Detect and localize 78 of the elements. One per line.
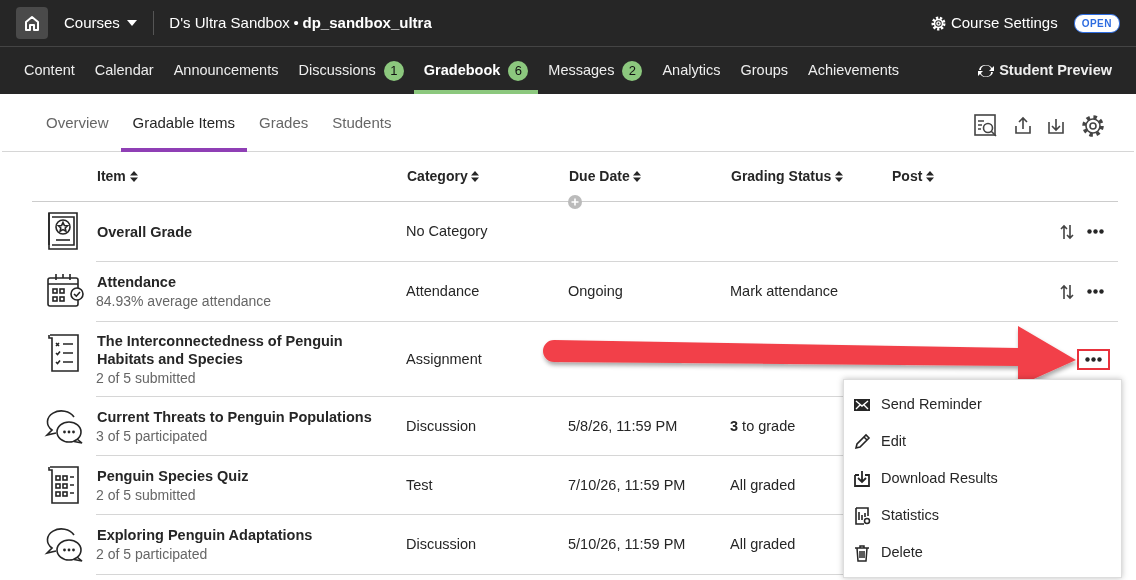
reorder-icon[interactable] <box>1059 283 1074 300</box>
course-id: dp_sandbox_ultra <box>302 12 432 33</box>
sort-icon <box>633 171 642 182</box>
grading-status-cell: All graded <box>730 536 796 553</box>
due-date-cell: Ongoing <box>568 283 623 300</box>
reorder-icon[interactable] <box>1059 223 1074 240</box>
item-title[interactable]: The Interconnectedness of Penguin Habitats and Species <box>96 330 392 369</box>
menu-item[interactable]: Send Reminder <box>844 386 1121 423</box>
item-subtitle: 84.93% average attendance <box>96 292 273 311</box>
home-icon <box>23 14 41 32</box>
sub-tab[interactable]: Gradable Items <box>120 94 248 152</box>
sort-icon <box>835 171 844 182</box>
due-date-cell: 7/10/26, 11:59 PM <box>568 476 686 493</box>
nav-tab[interactable]: Achievements <box>798 47 910 94</box>
nav-tab[interactable]: Analytics <box>652 47 731 94</box>
trash-icon <box>853 543 871 562</box>
category-cell: Attendance <box>406 283 480 300</box>
review-icon[interactable] <box>973 112 999 139</box>
grading-status-cell: 3 to grade <box>730 417 796 434</box>
nav-tab[interactable]: Content <box>14 47 85 94</box>
caret-icon <box>127 20 138 26</box>
more-button[interactable] <box>1077 348 1110 370</box>
sub-tab[interactable]: Students <box>320 94 404 152</box>
menu-item[interactable]: Edit <box>844 423 1121 460</box>
category-cell: No Category <box>406 223 488 240</box>
separator-dot: • <box>293 12 299 33</box>
nav-tab[interactable]: Messages 2 <box>538 47 653 94</box>
item-title[interactable]: Overall Grade <box>96 221 194 242</box>
course-name: D's Ultra Sandbox <box>169 12 290 33</box>
upload-icon[interactable] <box>1014 115 1032 136</box>
grading-status-cell: All graded <box>730 476 796 493</box>
column-header[interactable]: Item <box>96 165 139 188</box>
category-cell: Discussion <box>406 536 477 553</box>
column-header[interactable]: Post <box>891 165 936 188</box>
course-settings-link[interactable]: Course Settings <box>929 10 1059 36</box>
column-header[interactable]: Due Date <box>568 165 643 188</box>
item-subtitle: 3 of 5 participated <box>96 426 209 446</box>
item-title[interactable]: Exploring Penguin Adaptations <box>96 525 314 545</box>
nav-tab[interactable]: Gradebook 6 <box>413 47 539 94</box>
menu-item[interactable]: Statistics <box>844 497 1121 534</box>
nav-tab[interactable]: Groups <box>730 47 799 94</box>
column-header[interactable]: Category <box>406 165 481 188</box>
nav-tab[interactable]: Discussions 1 <box>288 47 414 94</box>
due-date-cell: 5/8/26, 11:59 PM <box>568 417 678 434</box>
sort-icon <box>129 171 138 182</box>
sort-icon <box>926 171 935 182</box>
item-subtitle: 2 of 5 participated <box>96 545 209 564</box>
refresh-icon <box>977 62 996 79</box>
category-cell: Test <box>406 476 433 493</box>
pencil-icon <box>853 432 871 451</box>
item-subtitle: 2 of 5 submitted <box>96 368 197 388</box>
item-title[interactable]: Current Threats to Penguin Populations <box>96 406 373 427</box>
item-title[interactable]: Penguin Species Quiz <box>96 465 250 486</box>
menu-item[interactable]: Download Results <box>844 460 1121 497</box>
settings-icon[interactable] <box>1080 112 1106 139</box>
nav-tab[interactable]: Announcements <box>163 47 289 94</box>
count-badge: 1 <box>383 60 404 81</box>
sort-icon <box>471 171 480 182</box>
count-badge: 6 <box>508 60 529 81</box>
status-badge: OPEN <box>1073 13 1120 33</box>
nav-tab[interactable]: Calendar <box>84 47 164 94</box>
category-cell: Assignment <box>406 350 482 367</box>
home-button[interactable] <box>16 7 48 39</box>
item-subtitle: 2 of 5 submitted <box>96 485 197 505</box>
item-title[interactable]: Attendance <box>96 272 177 292</box>
student-preview-button[interactable]: Student Preview <box>967 47 1122 94</box>
sub-tab[interactable]: Grades <box>247 94 321 152</box>
menu-item[interactable]: Delete <box>844 534 1121 571</box>
category-cell: Discussion <box>406 417 477 434</box>
due-date-cell: 5/10/26, 11:59 PM <box>568 536 686 553</box>
count-badge: 2 <box>622 60 643 81</box>
column-header[interactable]: Grading Status <box>730 165 845 188</box>
settings-icon <box>930 14 948 32</box>
sub-tab[interactable]: Overview <box>34 94 121 152</box>
download-icon <box>853 469 871 488</box>
courses-dropdown[interactable]: Courses <box>63 10 139 36</box>
statistics-icon <box>853 506 871 525</box>
grading-status-cell: Mark attendance <box>730 283 838 300</box>
